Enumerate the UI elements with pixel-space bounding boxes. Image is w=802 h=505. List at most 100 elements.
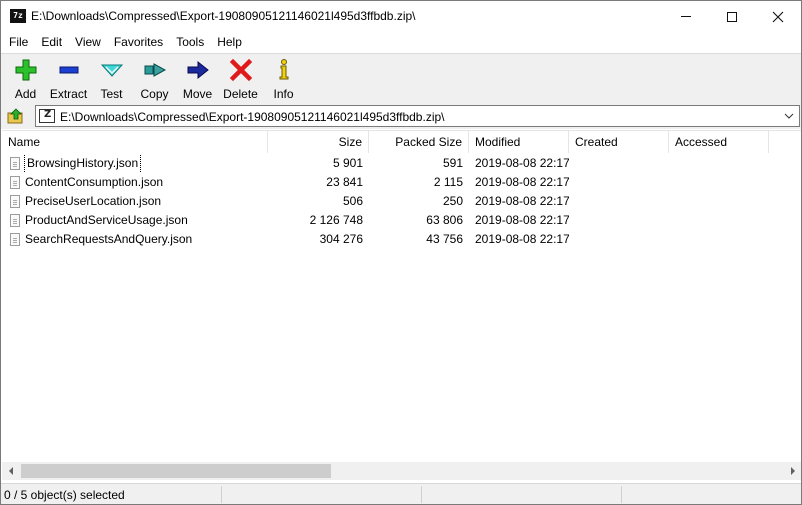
close-button[interactable] xyxy=(755,1,801,32)
file-name: ProductAndServiceUsage.json xyxy=(25,213,188,227)
add-label: Add xyxy=(14,87,37,101)
maximize-icon xyxy=(727,11,737,22)
status-divider xyxy=(621,486,622,503)
file-icon xyxy=(10,214,20,227)
created-cell xyxy=(569,211,669,230)
column-header-modified[interactable]: Modified xyxy=(469,131,569,153)
selection-status: 0 / 5 object(s) selected xyxy=(4,488,125,502)
column-header-packed-size[interactable]: Packed Size xyxy=(369,131,469,153)
menu-file[interactable]: File xyxy=(1,32,33,52)
table-row[interactable]: ContentConsumption.json 23 841 2 115 201… xyxy=(2,173,801,192)
accessed-cell xyxy=(669,173,769,192)
packed-size-cell: 43 756 xyxy=(426,232,463,246)
copy-button[interactable]: Copy xyxy=(133,54,176,102)
table-row[interactable]: SearchRequestsAndQuery.json 304 276 43 7… xyxy=(2,230,801,249)
size-cell: 304 276 xyxy=(319,232,363,246)
close-icon xyxy=(772,11,784,22)
name-cell: PreciseUserLocation.json xyxy=(2,192,268,211)
file-icon xyxy=(10,176,20,189)
menu-edit[interactable]: Edit xyxy=(33,32,67,52)
delete-button[interactable]: Delete xyxy=(219,54,262,102)
column-header-row: Name Size Packed Size Modified Created A… xyxy=(2,131,801,153)
delete-label: Delete xyxy=(223,87,258,101)
address-dropdown-button[interactable] xyxy=(781,108,797,124)
menu-tools[interactable]: Tools xyxy=(168,32,209,52)
address-input[interactable]: E:\Downloads\Compressed\Export-190809051… xyxy=(35,105,800,127)
archive-icon xyxy=(39,109,55,123)
file-list[interactable]: Name Size Packed Size Modified Created A… xyxy=(2,130,801,461)
minimize-button[interactable] xyxy=(663,1,709,32)
file-name: SearchRequestsAndQuery.json xyxy=(25,232,193,246)
column-header-created[interactable]: Created xyxy=(569,131,669,153)
packed-size-cell: 2 115 xyxy=(433,175,463,189)
move-icon xyxy=(186,58,210,82)
modified-cell: 2019-08-08 22:17 xyxy=(475,156,569,170)
menu-help[interactable]: Help xyxy=(209,32,247,52)
file-name: BrowsingHistory.json xyxy=(23,154,142,173)
name-cell: SearchRequestsAndQuery.json xyxy=(2,230,268,249)
title-bar: 7z E:\Downloads\Compressed\Export-190809… xyxy=(1,1,801,32)
name-cell: BrowsingHistory.json xyxy=(2,154,268,173)
menu-favorites[interactable]: Favorites xyxy=(106,32,168,52)
table-row[interactable]: ProductAndServiceUsage.json 2 126 748 63… xyxy=(2,211,801,230)
scroll-left-icon xyxy=(8,467,13,475)
extract-button[interactable]: Extract xyxy=(47,54,90,102)
address-path[interactable]: E:\Downloads\Compressed\Export-190809051… xyxy=(60,110,445,124)
extract-icon xyxy=(57,58,81,82)
test-button[interactable]: Test xyxy=(90,54,133,102)
table-row[interactable]: BrowsingHistory.json 5 901 591 2019-08-0… xyxy=(2,154,801,173)
column-header-accessed[interactable]: Accessed xyxy=(669,131,769,153)
info-icon xyxy=(272,58,296,82)
app-logo-icon: 7z xyxy=(10,9,26,23)
modified-cell: 2019-08-08 22:17 xyxy=(475,175,569,189)
name-cell: ProductAndServiceUsage.json xyxy=(2,211,268,230)
packed-size-cell: 250 xyxy=(442,194,463,208)
scroll-right-button[interactable] xyxy=(784,462,801,480)
menu-view[interactable]: View xyxy=(67,32,106,52)
created-cell xyxy=(569,192,669,211)
copy-label: Copy xyxy=(140,87,169,101)
chevron-down-icon xyxy=(784,113,794,119)
test-icon xyxy=(100,58,124,82)
extract-label: Extract xyxy=(49,87,88,101)
folder-up-icon xyxy=(7,108,23,124)
modified-cell: 2019-08-08 22:17 xyxy=(475,194,569,208)
file-icon xyxy=(10,233,20,246)
status-bar: 0 / 5 object(s) selected xyxy=(1,483,801,504)
move-label: Move xyxy=(182,87,213,101)
modified-cell: 2019-08-08 22:17 xyxy=(475,213,569,227)
accessed-cell xyxy=(669,211,769,230)
move-button[interactable]: Move xyxy=(176,54,219,102)
scroll-right-icon xyxy=(790,467,795,475)
created-cell xyxy=(569,173,669,192)
created-cell xyxy=(569,230,669,249)
delete-icon xyxy=(229,58,253,82)
column-header-size[interactable]: Size xyxy=(268,131,369,153)
accessed-cell xyxy=(669,192,769,211)
add-button[interactable]: Add xyxy=(4,54,47,102)
menu-bar: File Edit View Favorites Tools Help xyxy=(1,32,801,52)
status-divider xyxy=(421,486,422,503)
file-icon xyxy=(10,157,20,170)
scrollbar-thumb[interactable] xyxy=(21,464,331,478)
size-cell: 506 xyxy=(342,194,363,208)
file-name: ContentConsumption.json xyxy=(25,175,164,189)
info-button[interactable]: Info xyxy=(262,54,305,102)
window-title: E:\Downloads\Compressed\Export-190809051… xyxy=(31,9,416,23)
created-cell xyxy=(569,154,669,173)
size-cell: 5 901 xyxy=(332,156,363,170)
accessed-cell xyxy=(669,230,769,249)
add-icon xyxy=(14,58,38,82)
horizontal-scrollbar[interactable] xyxy=(2,462,801,480)
address-bar: E:\Downloads\Compressed\Export-190809051… xyxy=(1,103,801,129)
file-name: PreciseUserLocation.json xyxy=(25,194,162,208)
file-icon xyxy=(10,195,20,208)
table-row[interactable]: PreciseUserLocation.json 506 250 2019-08… xyxy=(2,192,801,211)
packed-size-cell: 591 xyxy=(442,156,463,170)
column-header-name[interactable]: Name xyxy=(2,131,268,153)
scroll-left-button[interactable] xyxy=(2,462,19,480)
maximize-button[interactable] xyxy=(709,1,755,32)
size-cell: 23 841 xyxy=(326,175,363,189)
folder-up-button[interactable] xyxy=(5,106,27,126)
toolbar: Add Extract Test Copy Move Delete Info xyxy=(1,53,801,103)
